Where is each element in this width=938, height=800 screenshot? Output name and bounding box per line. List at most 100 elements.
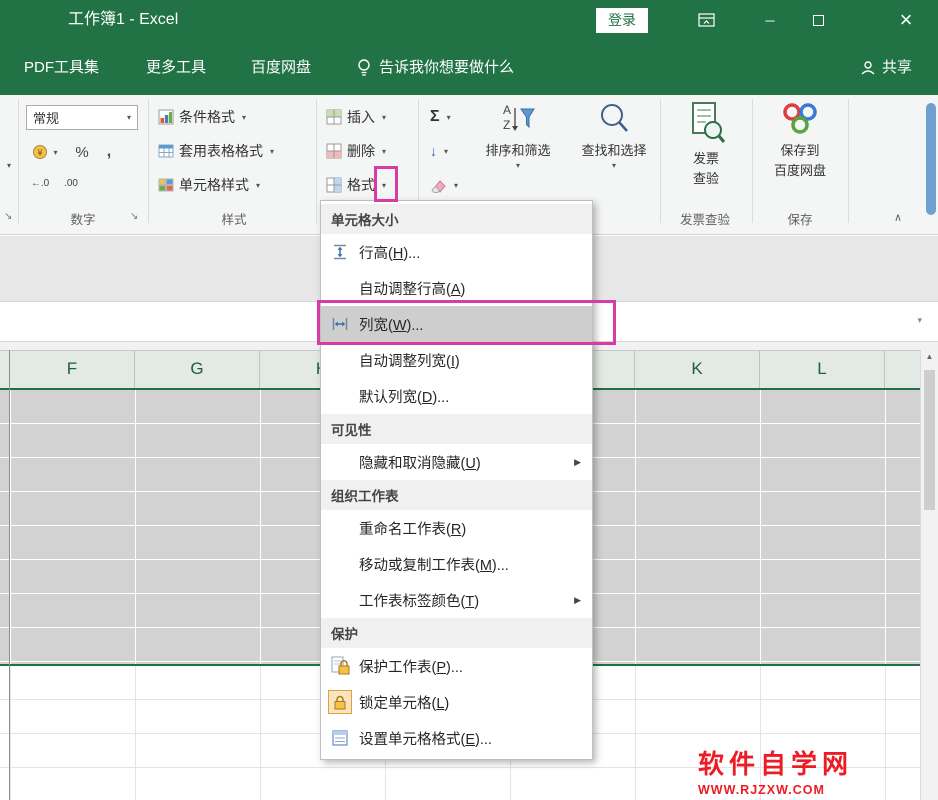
clear-button[interactable]: ▾: [426, 171, 462, 199]
row-height-icon: [328, 240, 352, 264]
format-as-table-button[interactable]: 套用表格格式 ▾: [154, 137, 278, 165]
left-clipped-dialog-launcher[interactable]: ↘: [4, 211, 12, 222]
fill-button[interactable]: ↓ ▾: [426, 137, 452, 165]
share-button[interactable]: 共享: [860, 40, 912, 95]
cell-styles-label: 单元格样式: [179, 175, 249, 195]
tab-pdf-tools[interactable]: PDF工具集: [24, 40, 99, 95]
delete-label: 删除: [347, 141, 375, 161]
number-dialog-launcher[interactable]: ↘: [130, 211, 138, 222]
conditional-formatting-icon: [158, 109, 174, 125]
scrollbar-thumb[interactable]: [924, 370, 935, 510]
currency-format-button[interactable]: ¥ ▾: [26, 139, 64, 165]
menu-item-label: 移动或复制工作表(M)...: [359, 554, 509, 575]
menu-section-cell-size: 单元格大小: [321, 204, 592, 234]
menu-item-format-cells-dialog[interactable]: 设置单元格格式(E)...: [321, 720, 592, 756]
menu-item-row-height[interactable]: 行高(H)...: [321, 234, 592, 270]
lock-cell-icon: [328, 690, 352, 714]
conditional-formatting-label: 条件格式: [179, 107, 235, 127]
chevron-down-icon: ▾: [516, 161, 520, 170]
format-label: 格式: [347, 175, 375, 195]
format-as-table-label: 套用表格格式: [179, 141, 263, 161]
menu-section-protection: 保护: [321, 618, 592, 648]
share-label: 共享: [882, 40, 912, 95]
login-button[interactable]: 登录: [596, 8, 648, 33]
menu-item-tab-color[interactable]: 工作表标签颜色(T) ▶: [321, 582, 592, 618]
group-divider: [316, 99, 317, 223]
invoice-check-icon: [686, 101, 726, 145]
delete-cells-button[interactable]: 删除 ▾: [322, 137, 390, 165]
tell-me-box[interactable]: 告诉我你想要做什么: [356, 40, 514, 95]
invoice-check-button[interactable]: 发票 查验: [664, 101, 748, 187]
cell-styles-icon: [158, 177, 174, 193]
excel-window: 工作簿1 - Excel 登录 ─ × PDF工具集 更多工具 百度网盘 告诉我…: [0, 0, 938, 800]
menu-section-organize-sheets: 组织工作表: [321, 480, 592, 510]
baidu-netdisk-icon: [779, 101, 821, 137]
format-as-table-icon: [158, 143, 174, 159]
sort-filter-label: 排序和筛选: [485, 140, 550, 159]
chevron-down-icon: ▾: [447, 113, 451, 122]
minimize-button[interactable]: ─: [748, 0, 792, 40]
column-header[interactable]: K: [635, 351, 760, 388]
svg-text:¥: ¥: [37, 148, 44, 158]
sort-filter-button[interactable]: A Z 排序和筛选 ▾: [470, 101, 566, 170]
chevron-down-icon: ▾: [242, 113, 246, 122]
minimize-icon: ─: [765, 13, 774, 28]
number-group-label: 数字: [20, 211, 146, 231]
find-select-button[interactable]: 查找和选择 ▾: [568, 101, 660, 170]
vertical-scrollbar[interactable]: ▲: [920, 350, 938, 800]
menu-item-protect-sheet[interactable]: 保护工作表(P)...: [321, 648, 592, 684]
ribbon-display-options-button[interactable]: [684, 0, 728, 40]
watermark-line2: WWW.RJZXW.COM: [698, 783, 888, 797]
formula-bar-expand-icon[interactable]: ▾: [917, 315, 922, 326]
menu-item-autofit-column-width[interactable]: 自动调整列宽(I): [321, 342, 592, 378]
menu-item-default-width[interactable]: 默认列宽(D)...: [321, 378, 592, 414]
close-icon: ×: [900, 7, 913, 33]
scroll-up-icon[interactable]: ▲: [921, 352, 938, 361]
tab-more-tools[interactable]: 更多工具: [146, 40, 206, 95]
tell-me-label: 告诉我你想要做什么: [379, 40, 514, 95]
comma-style-button[interactable]: ,: [100, 139, 118, 165]
title-bar: 工作簿1 - Excel 登录 ─ ×: [0, 0, 938, 40]
column-header-partial[interactable]: [885, 351, 920, 388]
format-cells-ribbon-icon: [326, 177, 342, 193]
save-to-baidu-button[interactable]: 保存到 百度网盘: [756, 101, 844, 179]
close-button[interactable]: ×: [884, 0, 928, 40]
conditional-formatting-button[interactable]: 条件格式 ▾: [154, 103, 250, 131]
currency-icon: ¥: [32, 144, 48, 160]
menu-item-rename-sheet[interactable]: 重命名工作表(R): [321, 510, 592, 546]
group-divider: [18, 99, 19, 223]
menu-item-move-copy-sheet[interactable]: 移动或复制工作表(M)...: [321, 546, 592, 582]
increase-decimal-button[interactable]: ←.0: [26, 173, 54, 193]
chevron-down-icon: ▾: [382, 113, 386, 122]
column-header[interactable]: G: [135, 351, 260, 388]
invoice-line1: 发票: [693, 148, 719, 167]
panel-scrollbar-thumb[interactable]: [926, 103, 936, 215]
column-header[interactable]: L: [760, 351, 885, 388]
left-clipped-dropdown-icon[interactable]: ▾: [7, 161, 11, 170]
number-format-combobox[interactable]: 常规 ▾: [26, 105, 138, 130]
group-divider: [848, 99, 849, 223]
svg-text:Z: Z: [503, 118, 510, 132]
ribbon-display-options-icon: [698, 13, 715, 27]
decrease-decimal-button[interactable]: .00: [58, 173, 84, 193]
protect-sheet-icon: [328, 654, 352, 678]
annotation-box-format-dropdown: [374, 166, 398, 202]
percent-style-button[interactable]: %: [70, 139, 94, 165]
tab-baidu-pan[interactable]: 百度网盘: [251, 40, 311, 95]
column-header[interactable]: F: [10, 351, 135, 388]
submenu-arrow-icon: ▶: [574, 595, 581, 606]
menu-item-hide-unhide[interactable]: 隐藏和取消隐藏(U) ▶: [321, 444, 592, 480]
collapse-ribbon-icon[interactable]: ∧: [894, 211, 902, 224]
menu-item-lock-cell[interactable]: 锁定单元格(L): [321, 684, 592, 720]
autosum-button[interactable]: Σ ▾: [426, 103, 455, 131]
insert-cells-button[interactable]: 插入 ▾: [322, 103, 390, 131]
window-title: 工作簿1 - Excel: [68, 0, 178, 40]
save-line1: 保存到: [780, 140, 819, 159]
format-menu: 单元格大小 行高(H)... 自动调整行高(A): [320, 200, 593, 760]
chevron-down-icon: ▾: [270, 147, 274, 156]
cell-styles-button[interactable]: 单元格样式 ▾: [154, 171, 264, 199]
maximize-button[interactable]: [796, 0, 840, 40]
insert-cells-icon: [326, 109, 342, 125]
sigma-icon: Σ: [430, 108, 440, 126]
watermark-line1: 软件自学网: [698, 744, 888, 781]
